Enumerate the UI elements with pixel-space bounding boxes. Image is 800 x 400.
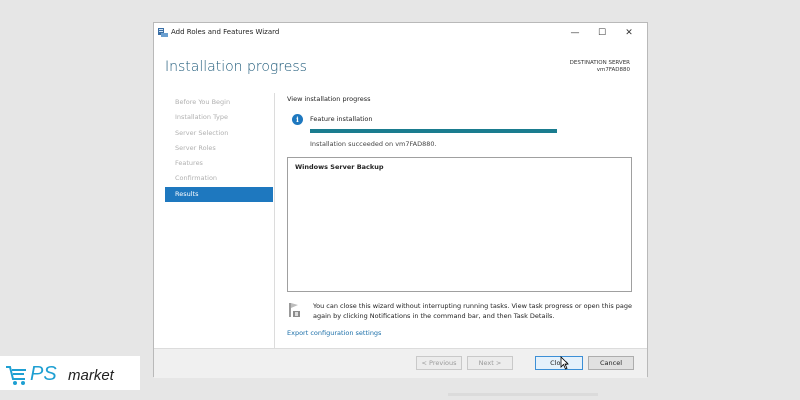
ps-market-logo: PS market bbox=[0, 356, 140, 390]
step-server-roles: Server Roles bbox=[175, 143, 216, 152]
destination-label: DESTINATION SERVER bbox=[569, 60, 630, 66]
section-label: View installation progress bbox=[287, 95, 371, 103]
step-installation-type: Installation Type bbox=[175, 113, 228, 122]
mouse-cursor-icon bbox=[560, 356, 569, 370]
title-bar[interactable]: Add Roles and Features Wizard — ☐ ✕ bbox=[154, 23, 647, 43]
results-list[interactable]: Windows Server Backup bbox=[287, 157, 632, 292]
progress-bar bbox=[310, 129, 557, 133]
server-manager-icon bbox=[158, 28, 168, 37]
list-item: Windows Server Backup bbox=[295, 163, 384, 171]
step-server-selection: Server Selection bbox=[175, 128, 229, 137]
close-button[interactable]: Close bbox=[535, 356, 583, 370]
info-note: You can close this wizard without interr… bbox=[313, 302, 633, 320]
logo-ps-text: PS bbox=[30, 363, 57, 385]
logo-market-text: market bbox=[68, 367, 114, 384]
step-confirmation: Confirmation bbox=[175, 174, 218, 183]
next-button[interactable]: Next > bbox=[467, 356, 513, 370]
divider bbox=[274, 93, 275, 355]
cancel-button[interactable]: Cancel bbox=[588, 356, 634, 370]
wizard-window: Add Roles and Features Wizard — ☐ ✕ Inst… bbox=[153, 22, 648, 378]
cart-icon bbox=[6, 366, 26, 385]
destination-server: DESTINATION SERVER vm7FAD880 bbox=[570, 60, 630, 74]
progress-fill bbox=[310, 129, 557, 133]
page-title: Installation progress bbox=[165, 59, 307, 75]
maximize-button[interactable]: ☐ bbox=[592, 26, 612, 40]
close-window-button[interactable]: ✕ bbox=[619, 26, 639, 40]
step-before-you-begin: Before You Begin bbox=[175, 98, 231, 106]
shadow-bar bbox=[448, 393, 598, 396]
notification-flag-icon bbox=[289, 303, 300, 317]
minimize-button[interactable]: — bbox=[565, 26, 585, 40]
destination-value: vm7FAD880 bbox=[596, 67, 630, 73]
feature-installation-label: Feature installation bbox=[310, 115, 373, 123]
wizard-steps: Before You Begin Installation Type Serve… bbox=[165, 95, 273, 203]
success-message: Installation succeeded on vm7FAD880. bbox=[310, 140, 437, 148]
step-features: Features bbox=[175, 159, 203, 168]
previous-button[interactable]: < Previous bbox=[416, 356, 462, 370]
export-configuration-link[interactable]: Export configuration settings bbox=[287, 329, 381, 337]
step-results[interactable]: Results bbox=[165, 186, 273, 203]
window-title: Add Roles and Features Wizard bbox=[171, 28, 280, 36]
info-icon: i bbox=[292, 114, 303, 125]
